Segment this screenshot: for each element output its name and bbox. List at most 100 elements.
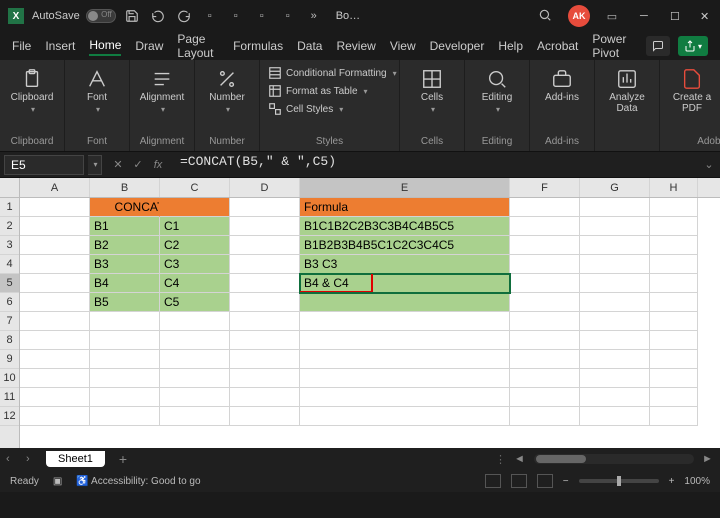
tab-formulas[interactable]: Formulas bbox=[233, 37, 283, 55]
cell[interactable] bbox=[650, 388, 698, 407]
cell[interactable] bbox=[300, 388, 510, 407]
col-header[interactable]: D bbox=[230, 178, 300, 197]
paste-button[interactable]: Clipboard▾ bbox=[8, 64, 56, 114]
close-icon[interactable]: ✕ bbox=[700, 10, 712, 22]
cell[interactable] bbox=[20, 274, 90, 293]
sheet-tab[interactable]: Sheet1 bbox=[46, 451, 105, 467]
macro-record-icon[interactable]: ▣ bbox=[53, 476, 62, 487]
cell[interactable] bbox=[160, 198, 230, 217]
create-pdf-button[interactable]: Create a PDF bbox=[668, 64, 716, 114]
cell[interactable] bbox=[650, 331, 698, 350]
cell[interactable] bbox=[510, 407, 580, 426]
col-header[interactable]: F bbox=[510, 178, 580, 197]
format-as-table-button[interactable]: Format as Table▾ bbox=[268, 84, 391, 98]
cell[interactable] bbox=[230, 369, 300, 388]
zoom-level[interactable]: 100% bbox=[684, 476, 710, 487]
cell[interactable] bbox=[510, 236, 580, 255]
cell[interactable] bbox=[580, 350, 650, 369]
cell[interactable]: B4 bbox=[90, 274, 160, 293]
cell[interactable] bbox=[230, 236, 300, 255]
fx-icon[interactable]: fx bbox=[150, 157, 166, 173]
qa-item-icon[interactable]: ▫ bbox=[202, 8, 218, 24]
row-header[interactable]: 5 bbox=[0, 274, 19, 293]
cell[interactable] bbox=[20, 217, 90, 236]
cell[interactable] bbox=[20, 388, 90, 407]
cell[interactable]: B2 bbox=[90, 236, 160, 255]
view-normal-icon[interactable] bbox=[485, 474, 501, 488]
cell[interactable] bbox=[230, 198, 300, 217]
tab-draw[interactable]: Draw bbox=[135, 37, 163, 55]
name-box-dropdown[interactable]: ▾ bbox=[88, 155, 102, 175]
expand-formula-bar-icon[interactable]: ⌄ bbox=[698, 158, 720, 171]
cell[interactable] bbox=[230, 312, 300, 331]
comments-button[interactable] bbox=[646, 36, 670, 56]
cell[interactable] bbox=[510, 369, 580, 388]
search-icon[interactable] bbox=[538, 8, 554, 24]
row-header[interactable]: 1 bbox=[0, 198, 19, 217]
sheet-nav-next-icon[interactable]: › bbox=[26, 453, 38, 465]
cell[interactable] bbox=[580, 369, 650, 388]
add-sheet-button[interactable]: + bbox=[113, 451, 133, 467]
tab-acrobat[interactable]: Acrobat bbox=[537, 37, 578, 55]
cell[interactable]: CONCAT function bbox=[90, 198, 160, 217]
row-header[interactable]: 6 bbox=[0, 293, 19, 312]
row-header[interactable]: 8 bbox=[0, 331, 19, 350]
col-header[interactable]: G bbox=[580, 178, 650, 197]
font-button[interactable]: Font▾ bbox=[73, 64, 121, 114]
cell[interactable] bbox=[580, 236, 650, 255]
autosave-toggle[interactable]: Off bbox=[86, 9, 116, 23]
cell[interactable]: B3 bbox=[90, 255, 160, 274]
cell[interactable] bbox=[580, 217, 650, 236]
cell[interactable] bbox=[160, 388, 230, 407]
cell[interactable]: C4 bbox=[160, 274, 230, 293]
cell[interactable] bbox=[580, 255, 650, 274]
cell[interactable] bbox=[90, 350, 160, 369]
row-header[interactable]: 12 bbox=[0, 407, 19, 426]
cell[interactable] bbox=[230, 217, 300, 236]
cell[interactable] bbox=[90, 369, 160, 388]
cell[interactable] bbox=[510, 350, 580, 369]
cell[interactable] bbox=[20, 293, 90, 312]
accessibility-status[interactable]: ♿ Accessibility: Good to go bbox=[76, 476, 200, 487]
cell[interactable] bbox=[300, 331, 510, 350]
row-header[interactable]: 11 bbox=[0, 388, 19, 407]
redo-icon[interactable] bbox=[176, 8, 192, 24]
autosave-control[interactable]: AutoSave Off bbox=[32, 9, 116, 23]
cell[interactable] bbox=[300, 312, 510, 331]
row-header[interactable]: 10 bbox=[0, 369, 19, 388]
cell[interactable] bbox=[650, 407, 698, 426]
cell[interactable] bbox=[580, 331, 650, 350]
cell[interactable] bbox=[650, 293, 698, 312]
cell[interactable] bbox=[20, 198, 90, 217]
col-header[interactable]: H bbox=[650, 178, 698, 197]
cell[interactable] bbox=[20, 350, 90, 369]
save-icon[interactable] bbox=[124, 8, 140, 24]
row-header[interactable]: 2 bbox=[0, 217, 19, 236]
tab-page-layout[interactable]: Page Layout bbox=[177, 30, 219, 62]
cell[interactable] bbox=[230, 388, 300, 407]
cell[interactable]: C1 bbox=[160, 217, 230, 236]
select-all-button[interactable] bbox=[0, 178, 19, 198]
cell[interactable] bbox=[510, 331, 580, 350]
cell[interactable]: Formula bbox=[300, 198, 510, 217]
undo-icon[interactable] bbox=[150, 8, 166, 24]
spreadsheet-grid[interactable]: 1 2 3 4 5 6 7 8 9 10 11 12 A B C D E F G… bbox=[0, 178, 720, 448]
scroll-right-icon[interactable]: ► bbox=[702, 453, 714, 465]
cell[interactable] bbox=[230, 293, 300, 312]
maximize-icon[interactable]: ☐ bbox=[670, 10, 682, 22]
qa-overflow-icon[interactable]: » bbox=[306, 8, 322, 24]
number-button[interactable]: Number▾ bbox=[203, 64, 251, 114]
ribbon-mode-icon[interactable]: ▭ bbox=[604, 8, 620, 24]
col-header[interactable]: C bbox=[160, 178, 230, 197]
cell-styles-button[interactable]: Cell Styles▾ bbox=[268, 102, 391, 116]
qa-item-icon[interactable]: ▫ bbox=[280, 8, 296, 24]
cell[interactable] bbox=[20, 236, 90, 255]
tab-insert[interactable]: Insert bbox=[45, 37, 75, 55]
accept-formula-icon[interactable]: ✓ bbox=[130, 157, 146, 173]
cell[interactable] bbox=[20, 312, 90, 331]
cell[interactable]: B3 C3 bbox=[300, 255, 510, 274]
cancel-formula-icon[interactable]: ✕ bbox=[110, 157, 126, 173]
addins-button[interactable]: Add-ins bbox=[538, 64, 586, 103]
cell[interactable]: B1C1B2C2B3C3B4C4B5C5 bbox=[300, 217, 510, 236]
tab-file[interactable]: File bbox=[12, 37, 31, 55]
